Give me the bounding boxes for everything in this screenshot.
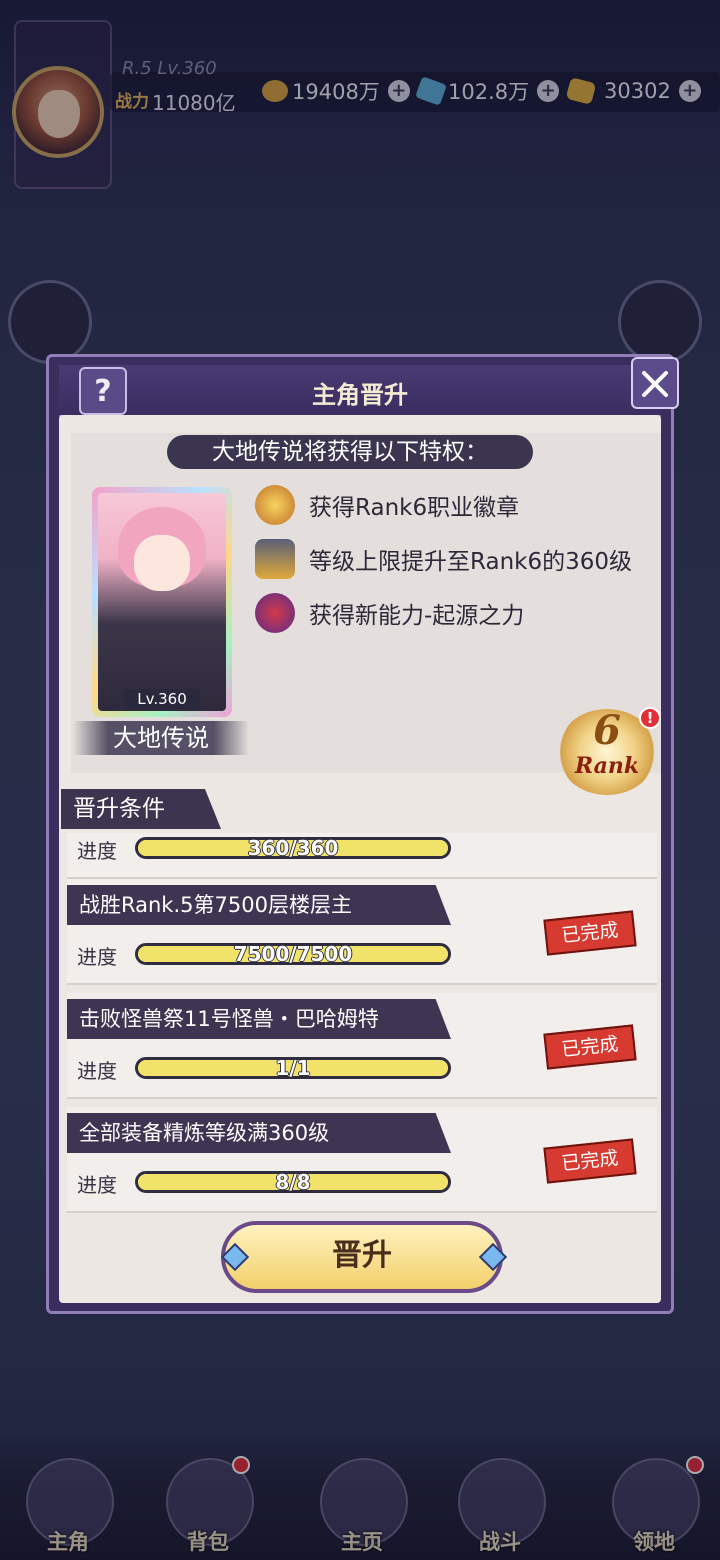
character-card[interactable]: Lv.360: [92, 487, 232, 717]
dialog-title: 主角晋升: [312, 381, 408, 409]
progress-label: 进度: [77, 1173, 117, 1197]
dialog-title-bar: 主角晋升: [59, 365, 661, 417]
perk-item: 等级上限提升至Rank6的360级: [255, 539, 632, 579]
card-level: Lv.360: [124, 689, 200, 709]
armor-level-icon: [255, 539, 295, 579]
progress-value: 8/8: [275, 1170, 311, 1194]
conditions-list[interactable]: 进度 360/360 战胜Rank.5第7500层楼层主 进度 7500/750…: [63, 833, 659, 1221]
rank-label: Rank: [574, 753, 640, 779]
progress-label: 进度: [77, 1059, 117, 1083]
progress-label: 进度: [77, 945, 117, 969]
progress-value: 360/360: [247, 836, 339, 860]
promotion-dialog: 主角晋升 ? 大地传说将获得以下特权： Lv.360 大地传说 获得Rank6职…: [46, 354, 679, 1314]
character-face: [134, 535, 190, 591]
card-name: 大地传说: [113, 724, 209, 752]
rank-alert-badge: !: [639, 707, 661, 729]
dragon-ability-icon: [255, 593, 295, 633]
progress-label: 进度: [77, 839, 117, 863]
close-button[interactable]: [631, 357, 679, 409]
completed-stamp: 已完成: [543, 1024, 637, 1070]
condition-row: 全部装备精炼等级满360级 进度 8/8 已完成: [67, 1107, 657, 1213]
progress-value: 7500/7500: [233, 942, 353, 966]
perk-item: 获得新能力-起源之力: [255, 593, 524, 633]
perk-header: 大地传说将获得以下特权：: [167, 435, 533, 469]
close-icon: [642, 371, 668, 397]
perk-text: 获得新能力-起源之力: [309, 603, 525, 629]
completed-stamp: 已完成: [543, 910, 637, 956]
help-button[interactable]: ?: [79, 367, 127, 415]
condition-title: 击败怪兽祭11号怪兽・巴哈姆特: [79, 1007, 379, 1031]
progress-value: 1/1: [275, 1056, 311, 1080]
condition-row: 进度 360/360: [67, 833, 657, 879]
condition-title: 战胜Rank.5第7500层楼层主: [79, 893, 352, 917]
condition-row: 击败怪兽祭11号怪兽・巴哈姆特 进度 1/1 已完成: [67, 993, 657, 1099]
perk-text: 等级上限提升至Rank6的360级: [309, 549, 632, 575]
completed-stamp: 已完成: [543, 1138, 637, 1184]
rank-emblem-icon: [255, 485, 295, 525]
character-art: Lv.360: [98, 493, 226, 711]
promote-button[interactable]: 晋升: [221, 1221, 503, 1293]
condition-row: 战胜Rank.5第7500层楼层主 进度 7500/7500 已完成: [67, 879, 657, 985]
conditions-tab: 晋升条件: [73, 796, 165, 822]
perk-item: 获得Rank6职业徽章: [255, 485, 519, 525]
condition-title: 全部装备精炼等级满360级: [79, 1121, 330, 1145]
perk-text: 获得Rank6职业徽章: [309, 495, 520, 521]
